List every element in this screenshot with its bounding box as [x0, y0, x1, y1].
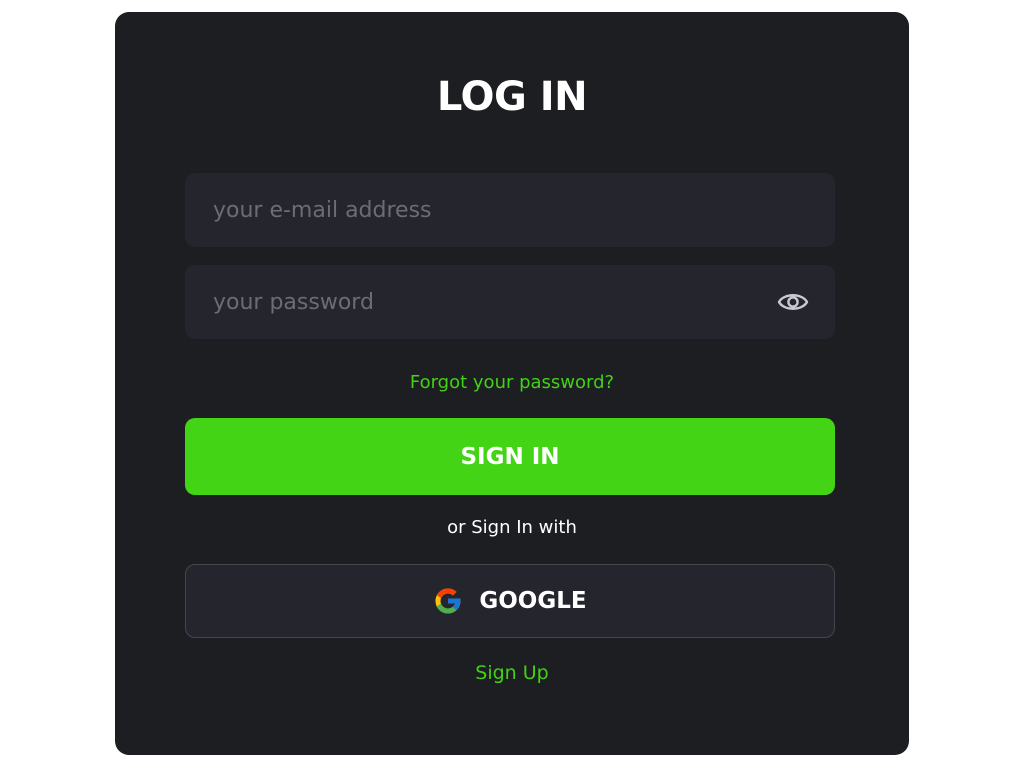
sign-up-link[interactable]: Sign Up — [115, 662, 909, 684]
password-field[interactable] — [185, 265, 835, 339]
email-field-container — [185, 173, 835, 247]
divider-text: or Sign In with — [447, 517, 577, 538]
eye-icon[interactable] — [777, 288, 809, 316]
forgot-password-link[interactable]: Forgot your password? — [115, 372, 909, 393]
google-logo-icon — [435, 588, 461, 614]
email-field[interactable] — [185, 173, 835, 247]
google-button-label: GOOGLE — [479, 588, 587, 614]
login-card: LOG IN Forgot your password? SIGN IN or … — [115, 12, 909, 755]
password-field-container — [185, 265, 835, 339]
google-sign-in-button[interactable]: GOOGLE — [185, 564, 835, 638]
page-title: LOG IN — [436, 74, 588, 120]
sign-in-button[interactable]: SIGN IN — [185, 418, 835, 495]
